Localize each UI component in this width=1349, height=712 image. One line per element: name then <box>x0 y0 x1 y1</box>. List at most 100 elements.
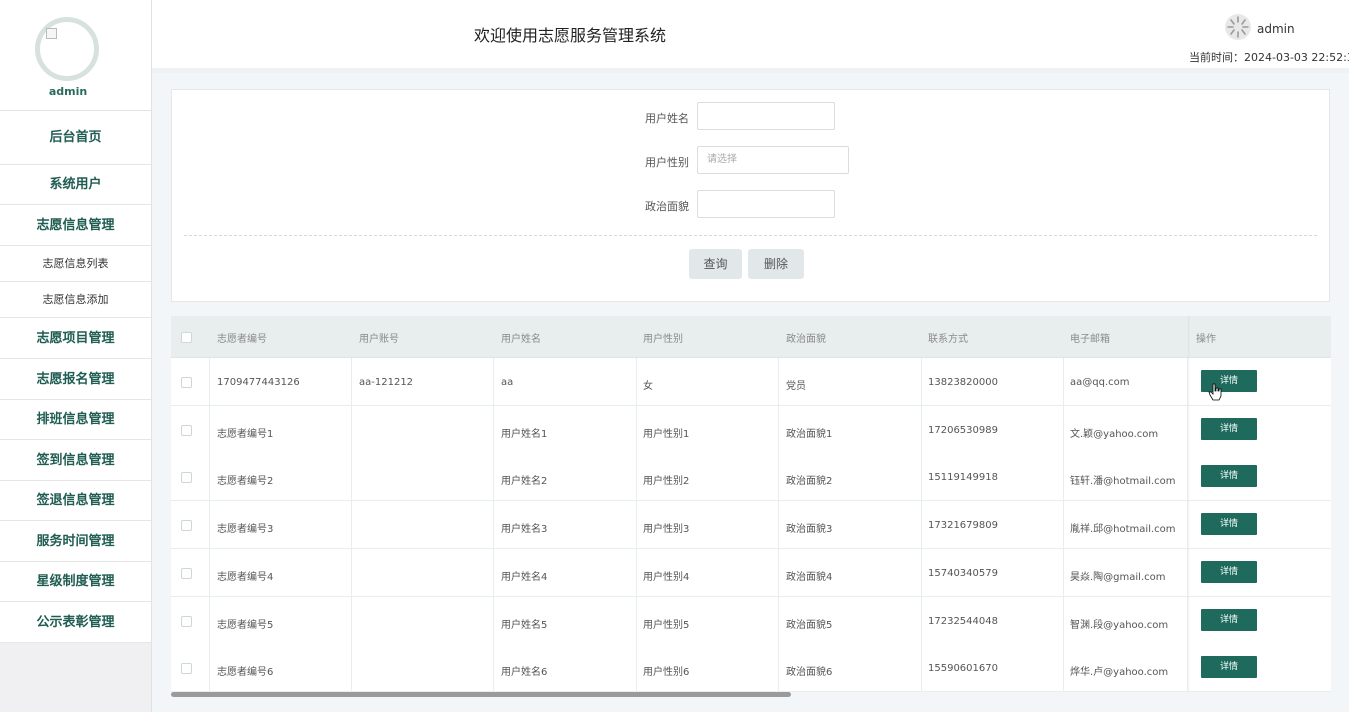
sidebar-item[interactable]: 服务时间管理 <box>0 521 151 562</box>
table-cell: 用户性别1 <box>643 428 690 440</box>
broken-image-icon <box>46 28 57 39</box>
table-cell: 17321679809 <box>928 520 998 532</box>
table-cell: 17206530989 <box>928 424 998 436</box>
table-cell: 志愿者编号3 <box>217 524 274 536</box>
horizontal-scrollbar[interactable] <box>171 692 791 697</box>
sidebar-item[interactable]: 志愿信息管理 <box>0 205 151 246</box>
name-input[interactable] <box>697 102 835 130</box>
sidebar-item-label: 系统用户 <box>49 177 102 192</box>
column-divider <box>351 596 352 644</box>
fixed-column-shadow <box>1188 316 1190 691</box>
column-divider <box>209 358 210 405</box>
table-cell: aa-121212 <box>359 377 414 388</box>
column-header: 用户性别 <box>643 334 683 345</box>
row-checkbox[interactable] <box>181 663 192 675</box>
row-checkbox[interactable] <box>181 520 192 532</box>
table-cell: 用户性别3 <box>643 524 690 536</box>
sidebar-item[interactable]: 志愿项目管理 <box>0 318 151 359</box>
politics-input[interactable] <box>697 190 835 218</box>
sidebar-item[interactable]: 志愿报名管理 <box>0 359 151 400</box>
sidebar-item-label: 志愿信息管理 <box>36 218 115 233</box>
main-content: 用户姓名 用户性别 请选择 政治面貌 查询 删除 志愿者编号 用户账号 用户姓名 用户… <box>152 73 1349 712</box>
table-cell: 烨华.卢@yahoo.com <box>1070 667 1169 679</box>
detail-button[interactable]: 详情 <box>1201 608 1257 631</box>
sidebar-item[interactable]: 星级制度管理 <box>0 562 151 602</box>
sidebar-item-label: 公示表彰管理 <box>36 615 115 630</box>
user-avatar-icon[interactable] <box>1225 14 1251 40</box>
column-divider <box>921 405 922 453</box>
row-checkbox[interactable] <box>181 472 192 484</box>
column-divider <box>351 358 352 405</box>
table-cell: aa@qq.com <box>1070 377 1130 388</box>
column-divider <box>351 548 352 596</box>
sidebar-item-label: 服务时间管理 <box>36 534 115 549</box>
sidebar-item-label: 志愿信息列表 <box>42 257 109 270</box>
table-cell: 志愿者编号2 <box>217 476 274 488</box>
detail-button[interactable]: 详情 <box>1201 513 1257 536</box>
sidebar-subitem[interactable]: 志愿信息添加 <box>0 282 151 318</box>
column-divider <box>351 453 352 501</box>
column-divider <box>493 405 494 453</box>
table-cell: 用户性别5 <box>643 619 690 631</box>
table-cell: 政治面貌6 <box>786 667 833 679</box>
politics-label: 政治面貌 <box>645 200 689 213</box>
column-divider <box>1063 644 1064 692</box>
sidebar-item[interactable]: 系统用户 <box>0 165 151 205</box>
column-header: 操作 <box>1196 334 1216 345</box>
table-cell: 15590601670 <box>928 663 998 675</box>
sidebar-item[interactable]: 公示表彰管理 <box>0 602 151 643</box>
row-checkbox[interactable] <box>181 567 192 579</box>
column-divider <box>778 405 779 453</box>
column-divider <box>493 644 494 692</box>
column-divider <box>778 358 779 405</box>
column-divider <box>1063 358 1064 405</box>
column-divider <box>921 501 922 549</box>
sidebar-item-label: 志愿项目管理 <box>36 331 115 346</box>
detail-button[interactable]: 详情 <box>1201 560 1257 583</box>
select-all-checkbox[interactable] <box>181 332 192 343</box>
column-divider <box>1063 405 1064 453</box>
table-cell: 志愿者编号6 <box>217 667 274 679</box>
sidebar-item[interactable]: 后台首页 <box>0 111 151 165</box>
sidebar-item[interactable]: 签到信息管理 <box>0 440 151 481</box>
column-divider <box>921 548 922 596</box>
sidebar-item[interactable]: 排班信息管理 <box>0 400 151 440</box>
header-username[interactable]: admin <box>1257 22 1295 36</box>
table-cell: 政治面貌5 <box>786 619 833 631</box>
column-divider <box>778 453 779 501</box>
search-panel: 用户姓名 用户性别 请选择 政治面貌 查询 删除 <box>171 89 1330 302</box>
sidebar-item[interactable]: 签退信息管理 <box>0 481 151 521</box>
row-checkbox[interactable] <box>181 377 192 388</box>
table-row: 志愿者编号1 用户姓名1 用户性别1 政治面貌1 17206530989 文.颖@yaho… <box>171 405 1331 454</box>
row-checkbox[interactable] <box>181 615 192 627</box>
table-cell: 用户姓名3 <box>501 524 548 536</box>
row-checkbox[interactable] <box>181 424 192 436</box>
column-divider <box>778 548 779 596</box>
header: 欢迎使用志愿服务管理系统 admin 当前时间：2024-03-03 22:52… <box>152 0 1349 73</box>
name-label: 用户姓名 <box>645 112 689 125</box>
sidebar-item-label: 志愿报名管理 <box>36 372 115 387</box>
column-divider <box>778 501 779 549</box>
sidebar-subitem[interactable]: 志愿信息列表 <box>0 246 151 282</box>
column-header: 联系方式 <box>928 334 968 345</box>
table-cell: 用户性别4 <box>643 571 690 583</box>
detail-button[interactable]: 详情 <box>1201 417 1257 440</box>
column-divider <box>636 453 637 501</box>
detail-button[interactable]: 详情 <box>1201 656 1257 679</box>
column-divider <box>209 644 210 692</box>
column-divider <box>1063 501 1064 549</box>
column-header: 用户账号 <box>359 334 399 345</box>
table-cell: 女 <box>643 381 653 392</box>
gender-select[interactable]: 请选择 <box>697 146 849 174</box>
column-divider <box>351 501 352 549</box>
detail-button[interactable]: 详情 <box>1201 465 1257 488</box>
table-row: 志愿者编号2 用户姓名2 用户性别2 政治面貌2 15119149918 钰轩.潘@hot… <box>171 453 1331 502</box>
column-divider <box>778 644 779 692</box>
column-divider <box>921 358 922 405</box>
column-divider <box>493 501 494 549</box>
delete-button[interactable]: 删除 <box>748 249 804 279</box>
column-divider <box>636 501 637 549</box>
query-button[interactable]: 查询 <box>689 249 742 279</box>
table-cell: 党员 <box>786 381 806 392</box>
table-cell: 15119149918 <box>928 472 998 484</box>
